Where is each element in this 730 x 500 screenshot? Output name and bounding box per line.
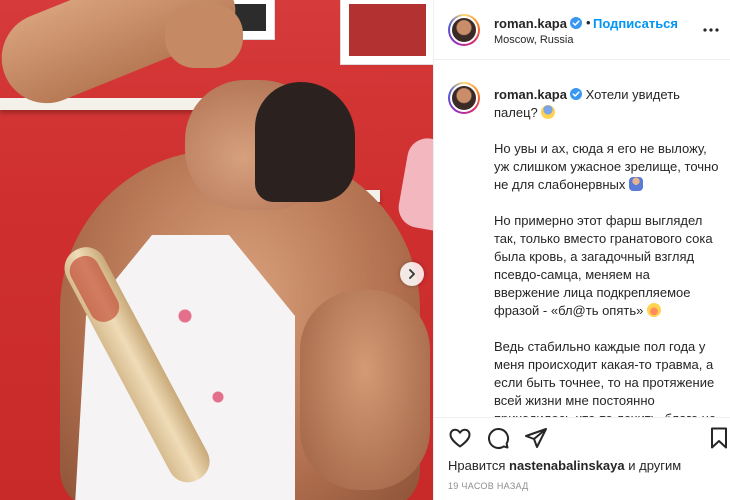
more-options-icon[interactable] bbox=[702, 22, 720, 38]
angry-face-emoji-icon bbox=[646, 303, 661, 317]
caption-username[interactable]: roman.kapa bbox=[494, 87, 567, 102]
caption-paragraph-3: Но примерно этот фарш выглядел так, толь… bbox=[494, 213, 717, 318]
lower-arm bbox=[300, 290, 430, 490]
wall-frame bbox=[340, 0, 433, 65]
post-side-panel: roman.kapa • Подписаться Moscow, Russia … bbox=[433, 0, 730, 500]
likes-prefix: Нравится bbox=[448, 458, 506, 473]
comments-section[interactable]: roman.kapa Хотели увидеть палец? Но увы … bbox=[434, 60, 730, 417]
verified-badge-icon bbox=[569, 88, 582, 100]
comment-icon[interactable] bbox=[486, 426, 510, 450]
hair bbox=[255, 82, 355, 202]
post-timestamp[interactable]: 19 ЧАСОВ НАЗАД bbox=[448, 481, 529, 491]
separator-dot: • bbox=[586, 15, 591, 30]
post-actions: Нравится nastenabalinskaya и другим 19 Ч… bbox=[434, 417, 730, 500]
caption-avatar[interactable] bbox=[448, 82, 480, 114]
bookmark-icon[interactable] bbox=[707, 426, 730, 450]
follow-button[interactable]: Подписаться bbox=[593, 16, 678, 31]
next-photo-button[interactable] bbox=[400, 262, 424, 286]
paper-plane-icon[interactable] bbox=[524, 426, 548, 450]
post-header: roman.kapa • Подписаться Moscow, Russia bbox=[434, 0, 730, 60]
username[interactable]: roman.kapa bbox=[494, 16, 567, 31]
avatar[interactable] bbox=[448, 14, 480, 46]
location-link[interactable]: Moscow, Russia bbox=[494, 34, 573, 46]
caption-paragraph-4: Ведь стабильно каждые пол года у меня пр… bbox=[494, 339, 716, 417]
chevron-right-icon bbox=[409, 269, 415, 279]
likes-summary[interactable]: Нравится nastenabalinskaya и другим bbox=[448, 458, 681, 473]
person-facepalm-emoji-icon bbox=[629, 177, 644, 191]
likes-suffix[interactable]: и другим bbox=[628, 458, 681, 473]
caption-paragraph-2: Но увы и ах, сюда я его не выложу, уж сл… bbox=[494, 141, 723, 192]
heart-decoration bbox=[395, 135, 433, 231]
fist bbox=[165, 4, 243, 68]
username-link[interactable]: roman.kapa bbox=[494, 16, 582, 31]
likes-user[interactable]: nastenabalinskaya bbox=[509, 458, 625, 473]
caption-text: roman.kapa Хотели увидеть палец? Но увы … bbox=[494, 86, 719, 417]
verified-badge-icon bbox=[569, 17, 582, 29]
heart-icon[interactable] bbox=[448, 426, 472, 450]
screaming-face-emoji-icon bbox=[541, 105, 556, 119]
post-photo[interactable] bbox=[0, 0, 433, 500]
